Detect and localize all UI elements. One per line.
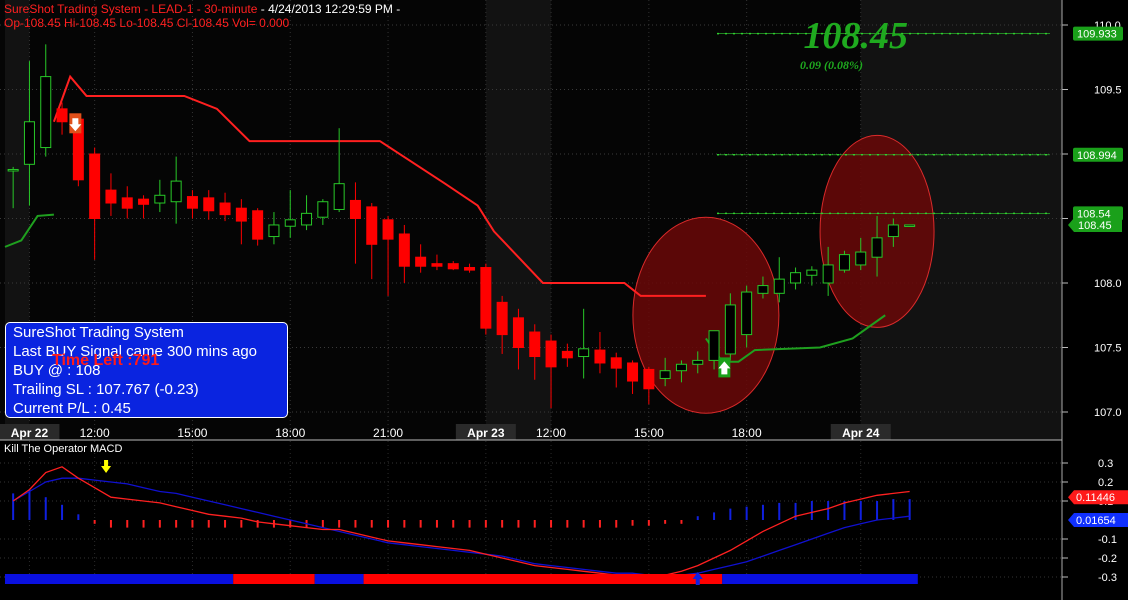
info-trailing-stop: Trailing SL : 107.767 (-0.23) bbox=[13, 381, 199, 398]
candle-up bbox=[301, 212, 313, 226]
time-axis-label: 18:00 bbox=[275, 426, 305, 440]
candle-down bbox=[138, 198, 150, 205]
macd-panel-title: Kill The Operator MACD bbox=[4, 443, 123, 455]
candle-down bbox=[512, 317, 524, 348]
candle-down bbox=[366, 206, 378, 245]
candle-down bbox=[252, 210, 264, 240]
candle-down bbox=[464, 267, 476, 271]
candle-up bbox=[317, 201, 329, 218]
candle-up bbox=[806, 269, 818, 276]
price-axis-label: 107.0 bbox=[1094, 407, 1122, 419]
candle-up bbox=[268, 224, 280, 238]
candle-down bbox=[121, 197, 133, 209]
candle-down bbox=[235, 207, 247, 222]
candle-down bbox=[594, 349, 606, 364]
signal-value-label: 0.01654 bbox=[1076, 515, 1116, 527]
candle-up bbox=[838, 254, 850, 271]
price-axis-label: 108.0 bbox=[1094, 278, 1122, 290]
candle-down bbox=[56, 108, 68, 123]
trend-bar-segment bbox=[5, 574, 234, 584]
candle-down bbox=[186, 196, 198, 209]
macd-axis-label: -0.1 bbox=[1098, 534, 1117, 546]
time-axis-label: 12:00 bbox=[536, 426, 566, 440]
candle-down bbox=[105, 189, 117, 204]
candle-up bbox=[887, 224, 899, 238]
candle-up bbox=[154, 194, 166, 204]
candle-down bbox=[89, 153, 101, 219]
candle-down bbox=[561, 350, 573, 359]
last-price-display: 108.45 bbox=[803, 15, 909, 57]
chart-header-title: SureShot Trading System - LEAD-1 - 30-mi… bbox=[4, 2, 400, 16]
price-change-display: 0.09 (0.08%) bbox=[800, 58, 863, 72]
trend-bar-segment bbox=[722, 574, 918, 584]
symbol-title: SureShot Trading System - LEAD-1 - 30-mi… bbox=[4, 2, 258, 16]
candle-up bbox=[578, 348, 590, 358]
candle-up bbox=[871, 237, 883, 258]
signal-info-panel: SureShot Trading System Last BUY Signal … bbox=[5, 322, 288, 418]
candle-up bbox=[40, 76, 52, 149]
price-axis-label: 107.5 bbox=[1094, 343, 1122, 355]
target-level-label: 109.933 bbox=[1077, 29, 1117, 41]
last-price-tag-label: 108.45 bbox=[1078, 220, 1112, 232]
candle-up bbox=[659, 370, 671, 379]
candle-up bbox=[333, 183, 345, 210]
candle-up bbox=[675, 363, 687, 372]
candle-down bbox=[496, 301, 508, 336]
candle-up bbox=[757, 285, 769, 294]
candle-down bbox=[529, 331, 541, 358]
candle-up bbox=[822, 264, 834, 284]
time-axis-label: 15:00 bbox=[177, 426, 207, 440]
macd-axis-label: -0.2 bbox=[1098, 553, 1117, 565]
candle-up bbox=[855, 251, 867, 266]
candle-up bbox=[7, 168, 19, 172]
time-axis-label: 21:00 bbox=[373, 426, 403, 440]
candle-down bbox=[382, 219, 394, 240]
candle-down bbox=[398, 233, 410, 267]
macd-axis-label: 0.2 bbox=[1098, 477, 1113, 489]
candle-down bbox=[643, 368, 655, 390]
candle-down bbox=[203, 197, 215, 212]
candle-down bbox=[480, 267, 492, 329]
target-zone-ellipse bbox=[632, 216, 780, 414]
time-axis-label: Apr 22 bbox=[11, 426, 49, 440]
candle-up bbox=[773, 278, 785, 294]
candle-down bbox=[431, 263, 443, 267]
candle-up bbox=[741, 291, 753, 336]
time-left-label: Time Left :791 bbox=[52, 352, 160, 369]
macd-axis-label: -0.3 bbox=[1098, 572, 1117, 584]
macd-value-label: 0.11446 bbox=[1076, 492, 1115, 504]
macd-axis-label: 0.3 bbox=[1098, 458, 1113, 470]
time-axis-label: Apr 24 bbox=[842, 426, 880, 440]
trend-bar-segment bbox=[233, 574, 315, 584]
price-axis-label: 109.5 bbox=[1094, 85, 1122, 97]
time-axis-label: 15:00 bbox=[634, 426, 664, 440]
candle-down bbox=[415, 256, 427, 267]
candle-up bbox=[724, 304, 736, 355]
time-axis-label: Apr 23 bbox=[467, 426, 505, 440]
candle-down bbox=[349, 199, 361, 220]
candle-down bbox=[610, 357, 622, 369]
candle-down bbox=[627, 362, 639, 382]
time-axis-label: 18:00 bbox=[732, 426, 762, 440]
time-axis-label: 12:00 bbox=[80, 426, 110, 440]
candle-up bbox=[708, 330, 720, 361]
header-datetime: - 4/24/2013 12:29:59 PM - bbox=[260, 2, 401, 16]
candle-up bbox=[692, 359, 704, 365]
candle-down bbox=[545, 340, 557, 368]
candle-down bbox=[219, 202, 231, 216]
trend-bar-segment bbox=[363, 574, 723, 584]
candle-up bbox=[284, 219, 296, 227]
info-profit-loss: Current P/L : 0.45 bbox=[13, 400, 131, 417]
candle-down bbox=[447, 263, 459, 270]
info-title: SureShot Trading System bbox=[13, 324, 184, 341]
candle-up bbox=[904, 224, 916, 227]
chart-canvas: 110.0109.5109108.5108.0107.5107.0Apr 221… bbox=[0, 0, 1128, 600]
ohlc-readout: Op-108.45 Hi-108.45 Lo-108.45 Cl-108.45 … bbox=[4, 16, 290, 30]
trend-bar-segment bbox=[314, 574, 364, 584]
candle-up bbox=[170, 180, 182, 203]
candle-up bbox=[790, 272, 802, 284]
target-level-label: 108.994 bbox=[1077, 150, 1117, 162]
candle-up bbox=[23, 121, 35, 165]
